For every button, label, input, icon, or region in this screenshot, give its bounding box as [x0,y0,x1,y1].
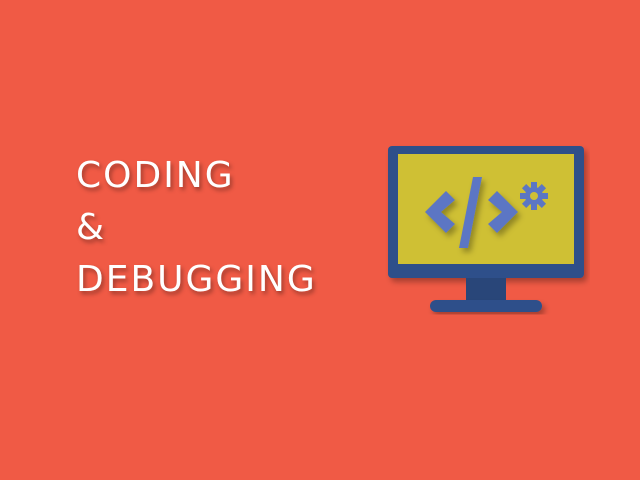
monitor-stand-neck [466,278,506,300]
title-line-debugging: DEBUGGING [76,259,317,300]
page-title: CODING & DEBUGGING [76,150,317,306]
monitor-screen [398,154,574,264]
monitor-icon [388,146,584,312]
monitor-stand-base [430,300,542,312]
gear-icon [520,182,548,210]
title-line-coding: CODING [76,155,235,196]
title-line-ampersand: & [76,207,107,248]
